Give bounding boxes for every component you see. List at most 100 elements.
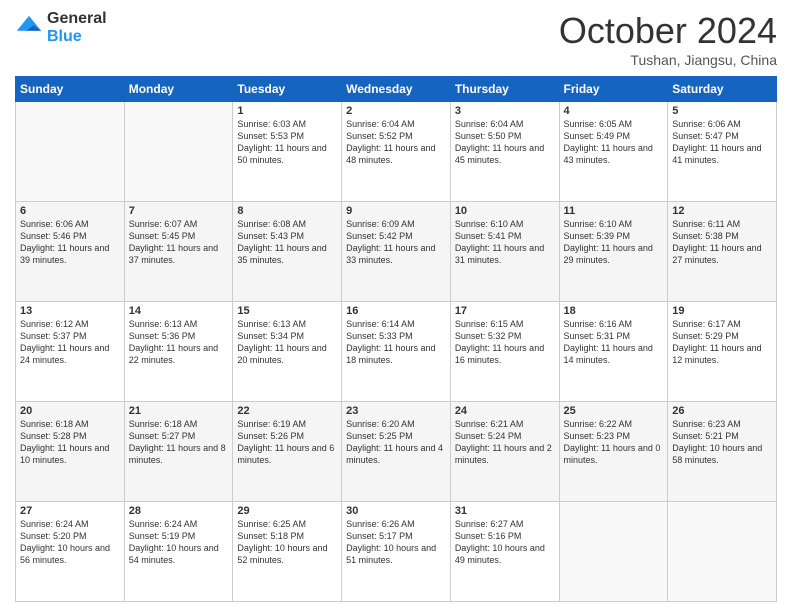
day-info: Sunrise: 6:12 AMSunset: 5:37 PMDaylight:…	[20, 318, 120, 367]
day-info: Sunrise: 6:11 AMSunset: 5:38 PMDaylight:…	[672, 218, 772, 267]
day-info: Sunrise: 6:13 AMSunset: 5:34 PMDaylight:…	[237, 318, 337, 367]
table-row: 26 Sunrise: 6:23 AMSunset: 5:21 PMDaylig…	[668, 402, 777, 502]
day-number: 23	[346, 405, 446, 417]
day-info: Sunrise: 6:15 AMSunset: 5:32 PMDaylight:…	[455, 318, 555, 367]
day-info: Sunrise: 6:16 AMSunset: 5:31 PMDaylight:…	[564, 318, 664, 367]
table-row: 4 Sunrise: 6:05 AMSunset: 5:49 PMDayligh…	[559, 102, 668, 202]
table-row: 3 Sunrise: 6:04 AMSunset: 5:50 PMDayligh…	[450, 102, 559, 202]
calendar-week-row: 1 Sunrise: 6:03 AMSunset: 5:53 PMDayligh…	[16, 102, 777, 202]
table-row: 10 Sunrise: 6:10 AMSunset: 5:41 PMDaylig…	[450, 202, 559, 302]
table-row: 27 Sunrise: 6:24 AMSunset: 5:20 PMDaylig…	[16, 502, 125, 602]
day-info: Sunrise: 6:06 AMSunset: 5:47 PMDaylight:…	[672, 118, 772, 167]
table-row: 2 Sunrise: 6:04 AMSunset: 5:52 PMDayligh…	[342, 102, 451, 202]
day-number: 7	[129, 205, 229, 217]
table-row: 18 Sunrise: 6:16 AMSunset: 5:31 PMDaylig…	[559, 302, 668, 402]
table-row: 21 Sunrise: 6:18 AMSunset: 5:27 PMDaylig…	[124, 402, 233, 502]
table-row: 22 Sunrise: 6:19 AMSunset: 5:26 PMDaylig…	[233, 402, 342, 502]
table-row: 9 Sunrise: 6:09 AMSunset: 5:42 PMDayligh…	[342, 202, 451, 302]
table-row: 1 Sunrise: 6:03 AMSunset: 5:53 PMDayligh…	[233, 102, 342, 202]
title-block: October 2024 Tushan, Jiangsu, China	[559, 10, 777, 68]
day-info: Sunrise: 6:24 AMSunset: 5:19 PMDaylight:…	[129, 518, 229, 567]
day-number: 14	[129, 305, 229, 317]
day-info: Sunrise: 6:10 AMSunset: 5:41 PMDaylight:…	[455, 218, 555, 267]
day-info: Sunrise: 6:23 AMSunset: 5:21 PMDaylight:…	[672, 418, 772, 467]
day-number: 17	[455, 305, 555, 317]
calendar-table: Sunday Monday Tuesday Wednesday Thursday…	[15, 76, 777, 602]
table-row: 8 Sunrise: 6:08 AMSunset: 5:43 PMDayligh…	[233, 202, 342, 302]
col-wednesday: Wednesday	[342, 77, 451, 102]
day-info: Sunrise: 6:18 AMSunset: 5:28 PMDaylight:…	[20, 418, 120, 467]
page: General Blue October 2024 Tushan, Jiangs…	[0, 0, 792, 612]
day-number: 31	[455, 505, 555, 517]
day-info: Sunrise: 6:10 AMSunset: 5:39 PMDaylight:…	[564, 218, 664, 267]
day-number: 27	[20, 505, 120, 517]
day-info: Sunrise: 6:26 AMSunset: 5:17 PMDaylight:…	[346, 518, 446, 567]
day-number: 26	[672, 405, 772, 417]
day-info: Sunrise: 6:07 AMSunset: 5:45 PMDaylight:…	[129, 218, 229, 267]
col-sunday: Sunday	[16, 77, 125, 102]
location-subtitle: Tushan, Jiangsu, China	[559, 52, 777, 68]
table-row: 17 Sunrise: 6:15 AMSunset: 5:32 PMDaylig…	[450, 302, 559, 402]
table-row	[124, 102, 233, 202]
table-row: 5 Sunrise: 6:06 AMSunset: 5:47 PMDayligh…	[668, 102, 777, 202]
table-row	[559, 502, 668, 602]
day-info: Sunrise: 6:19 AMSunset: 5:26 PMDaylight:…	[237, 418, 337, 467]
day-info: Sunrise: 6:08 AMSunset: 5:43 PMDaylight:…	[237, 218, 337, 267]
table-row: 20 Sunrise: 6:18 AMSunset: 5:28 PMDaylig…	[16, 402, 125, 502]
day-number: 21	[129, 405, 229, 417]
day-number: 12	[672, 205, 772, 217]
day-number: 13	[20, 305, 120, 317]
table-row: 28 Sunrise: 6:24 AMSunset: 5:19 PMDaylig…	[124, 502, 233, 602]
table-row: 31 Sunrise: 6:27 AMSunset: 5:16 PMDaylig…	[450, 502, 559, 602]
day-info: Sunrise: 6:03 AMSunset: 5:53 PMDaylight:…	[237, 118, 337, 167]
table-row: 13 Sunrise: 6:12 AMSunset: 5:37 PMDaylig…	[16, 302, 125, 402]
day-number: 20	[20, 405, 120, 417]
month-title: October 2024	[559, 10, 777, 52]
day-info: Sunrise: 6:22 AMSunset: 5:23 PMDaylight:…	[564, 418, 664, 467]
day-number: 3	[455, 105, 555, 117]
logo-text: General Blue	[47, 10, 107, 45]
day-info: Sunrise: 6:04 AMSunset: 5:52 PMDaylight:…	[346, 118, 446, 167]
calendar-week-row: 20 Sunrise: 6:18 AMSunset: 5:28 PMDaylig…	[16, 402, 777, 502]
day-info: Sunrise: 6:25 AMSunset: 5:18 PMDaylight:…	[237, 518, 337, 567]
day-number: 4	[564, 105, 664, 117]
logo-blue-text: Blue	[47, 28, 107, 46]
day-number: 25	[564, 405, 664, 417]
col-tuesday: Tuesday	[233, 77, 342, 102]
header: General Blue October 2024 Tushan, Jiangs…	[15, 10, 777, 68]
day-info: Sunrise: 6:20 AMSunset: 5:25 PMDaylight:…	[346, 418, 446, 467]
day-number: 24	[455, 405, 555, 417]
day-number: 22	[237, 405, 337, 417]
day-number: 30	[346, 505, 446, 517]
logo: General Blue	[15, 10, 107, 45]
col-saturday: Saturday	[668, 77, 777, 102]
table-row: 7 Sunrise: 6:07 AMSunset: 5:45 PMDayligh…	[124, 202, 233, 302]
table-row: 12 Sunrise: 6:11 AMSunset: 5:38 PMDaylig…	[668, 202, 777, 302]
table-row: 23 Sunrise: 6:20 AMSunset: 5:25 PMDaylig…	[342, 402, 451, 502]
day-info: Sunrise: 6:14 AMSunset: 5:33 PMDaylight:…	[346, 318, 446, 367]
header-row: Sunday Monday Tuesday Wednesday Thursday…	[16, 77, 777, 102]
logo-icon	[15, 14, 43, 42]
table-row: 19 Sunrise: 6:17 AMSunset: 5:29 PMDaylig…	[668, 302, 777, 402]
day-info: Sunrise: 6:13 AMSunset: 5:36 PMDaylight:…	[129, 318, 229, 367]
day-info: Sunrise: 6:27 AMSunset: 5:16 PMDaylight:…	[455, 518, 555, 567]
table-row: 15 Sunrise: 6:13 AMSunset: 5:34 PMDaylig…	[233, 302, 342, 402]
day-number: 28	[129, 505, 229, 517]
day-number: 9	[346, 205, 446, 217]
calendar-week-row: 6 Sunrise: 6:06 AMSunset: 5:46 PMDayligh…	[16, 202, 777, 302]
day-number: 15	[237, 305, 337, 317]
table-row: 29 Sunrise: 6:25 AMSunset: 5:18 PMDaylig…	[233, 502, 342, 602]
day-number: 2	[346, 105, 446, 117]
day-info: Sunrise: 6:24 AMSunset: 5:20 PMDaylight:…	[20, 518, 120, 567]
table-row	[668, 502, 777, 602]
calendar-week-row: 27 Sunrise: 6:24 AMSunset: 5:20 PMDaylig…	[16, 502, 777, 602]
calendar-week-row: 13 Sunrise: 6:12 AMSunset: 5:37 PMDaylig…	[16, 302, 777, 402]
day-number: 6	[20, 205, 120, 217]
table-row: 25 Sunrise: 6:22 AMSunset: 5:23 PMDaylig…	[559, 402, 668, 502]
day-info: Sunrise: 6:06 AMSunset: 5:46 PMDaylight:…	[20, 218, 120, 267]
day-number: 19	[672, 305, 772, 317]
logo-general-text: General	[47, 10, 107, 28]
table-row: 30 Sunrise: 6:26 AMSunset: 5:17 PMDaylig…	[342, 502, 451, 602]
col-thursday: Thursday	[450, 77, 559, 102]
day-info: Sunrise: 6:09 AMSunset: 5:42 PMDaylight:…	[346, 218, 446, 267]
